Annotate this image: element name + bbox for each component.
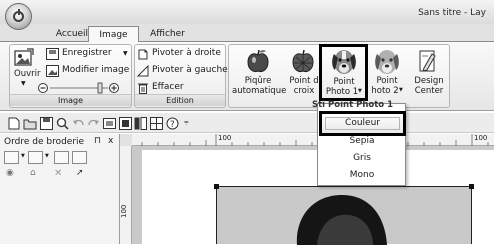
window-title: Sans titre - Lay [418, 8, 486, 18]
photo-stitch-2-label-1: Point [376, 76, 398, 86]
panel-pin-button[interactable]: ⊓ [94, 136, 101, 146]
svg-text:?: ? [170, 120, 175, 130]
vertical-ruler: 100 [120, 146, 132, 244]
grid-tool-icon[interactable] [150, 117, 163, 130]
frame-tool-icon[interactable] [119, 117, 132, 130]
modify-image-icon [46, 65, 59, 77]
dog-portrait-2-icon [375, 50, 399, 74]
save-label: Enregistrer [62, 48, 112, 58]
open-image-icon [14, 48, 34, 66]
design-center-label-2: Center [414, 86, 444, 96]
rotate-right-icon [138, 49, 148, 60]
trash-icon [138, 83, 148, 94]
modify-image-button[interactable]: Modifier image [46, 65, 130, 77]
photo-stitch-1-highlight [319, 44, 368, 101]
lock-icon[interactable]: ⌂ [30, 168, 36, 178]
design-center-button[interactable]: Design Center [409, 46, 449, 98]
auto-punch-label-2: automatique [232, 86, 287, 96]
eye-icon[interactable]: ◉ [6, 168, 14, 178]
design-center-label-1: Design [414, 76, 444, 86]
image-tool-icon[interactable] [103, 117, 116, 130]
menu-item-couleur[interactable]: Couleur [319, 111, 406, 136]
help-icon[interactable]: ? [166, 117, 179, 130]
group-image-label: Image [10, 94, 131, 106]
layout-tool-icon[interactable] [134, 117, 147, 130]
portrait-hair-shape [296, 195, 387, 245]
modify-image-label: Modifier image [62, 65, 130, 75]
cross-stitch-label-1: Point d [289, 76, 319, 86]
new-file-icon[interactable] [8, 117, 20, 130]
photo-frame[interactable] [216, 186, 472, 245]
ruler-corner [120, 134, 132, 146]
h-ruler-label-100-b: 100 [474, 134, 488, 142]
group-icon[interactable] [54, 151, 69, 164]
menu-item-couleur-label: Couleur [345, 118, 380, 128]
resize-handle[interactable] [469, 184, 474, 189]
h-ruler-label-100: 100 [218, 134, 232, 142]
open-folder-icon[interactable] [23, 117, 37, 130]
apple-icon [247, 49, 269, 72]
save-image-icon [46, 48, 59, 60]
menu-item-gris[interactable]: Gris [322, 151, 402, 166]
cross-stitch-label-2: croix [293, 86, 315, 96]
rotate-right-label: Pivoter à droite [152, 48, 221, 58]
tab-afficher[interactable]: Afficher [140, 26, 195, 42]
design-center-icon [419, 50, 436, 72]
slider-track [38, 82, 119, 94]
horizontal-ruler-ticks [141, 134, 489, 146]
auto-punch-label-1: Piqûre [244, 76, 272, 86]
delete-label: Effacer [152, 82, 184, 92]
application-menu-button[interactable] [5, 3, 32, 30]
customize-toolbar-icon[interactable]: ⩦ [184, 117, 189, 127]
delete-icon[interactable]: ✕ [54, 168, 62, 179]
chevron-down-icon: ▼ [21, 153, 25, 159]
transparency-slider[interactable] [14, 82, 130, 94]
auto-punch-button[interactable]: Piqûre automatique [232, 46, 287, 98]
sort-icon[interactable] [28, 151, 43, 164]
chevron-down-icon: ▼ [399, 87, 403, 93]
photo-stitch-2-label-2: hoto 2 [371, 86, 399, 96]
photo-stitch-2-button[interactable]: Point hoto 2 ▼ [369, 46, 405, 98]
zoom-icon[interactable] [56, 117, 69, 130]
save-button[interactable]: Enregistrer ▼ [46, 48, 130, 60]
rotate-right-button[interactable]: Pivoter à droite [137, 48, 225, 60]
save-icon[interactable] [40, 117, 53, 130]
panel-title: Ordre de broderie [4, 137, 85, 147]
tab-image[interactable]: Image [88, 26, 139, 42]
pointer-icon[interactable]: ➚ [76, 168, 84, 178]
dropdown-header: Sti Point Photo 1 [312, 100, 394, 110]
power-icon [13, 9, 24, 22]
frame-icon[interactable] [72, 151, 87, 164]
cross-stitch-apple-icon [292, 49, 314, 72]
panel-close-button[interactable]: x [108, 136, 113, 146]
cross-stitch-button[interactable]: Point d croix [286, 46, 320, 98]
chevron-down-icon: ▼ [123, 50, 128, 57]
panel-toolbar: ▼ ▼ [4, 150, 116, 166]
menu-item-mono[interactable]: Mono [322, 168, 402, 183]
chevron-down-icon: ▼ [45, 153, 49, 159]
rotate-left-button[interactable]: Pivoter à gauche [137, 65, 228, 77]
horizontal-ruler: 100 100 [132, 134, 494, 146]
v-ruler-label-100: 100 [120, 204, 128, 218]
resize-handle[interactable] [214, 184, 219, 189]
delete-button[interactable]: Effacer [137, 82, 197, 94]
view-mode-icon[interactable] [4, 151, 19, 164]
rotate-left-icon [137, 65, 149, 77]
undo-icon[interactable] [72, 117, 85, 130]
panel-toolbar-2: ◉ ⌂ ✕ ➚ [4, 168, 116, 182]
rotate-left-label: Pivoter à gauche [152, 65, 228, 75]
menu-item-sepia[interactable]: Sepia [322, 134, 402, 149]
open-label: Ouvrir [14, 69, 41, 79]
group-edition-label: Edition [135, 94, 225, 106]
redo-icon[interactable] [87, 117, 100, 130]
